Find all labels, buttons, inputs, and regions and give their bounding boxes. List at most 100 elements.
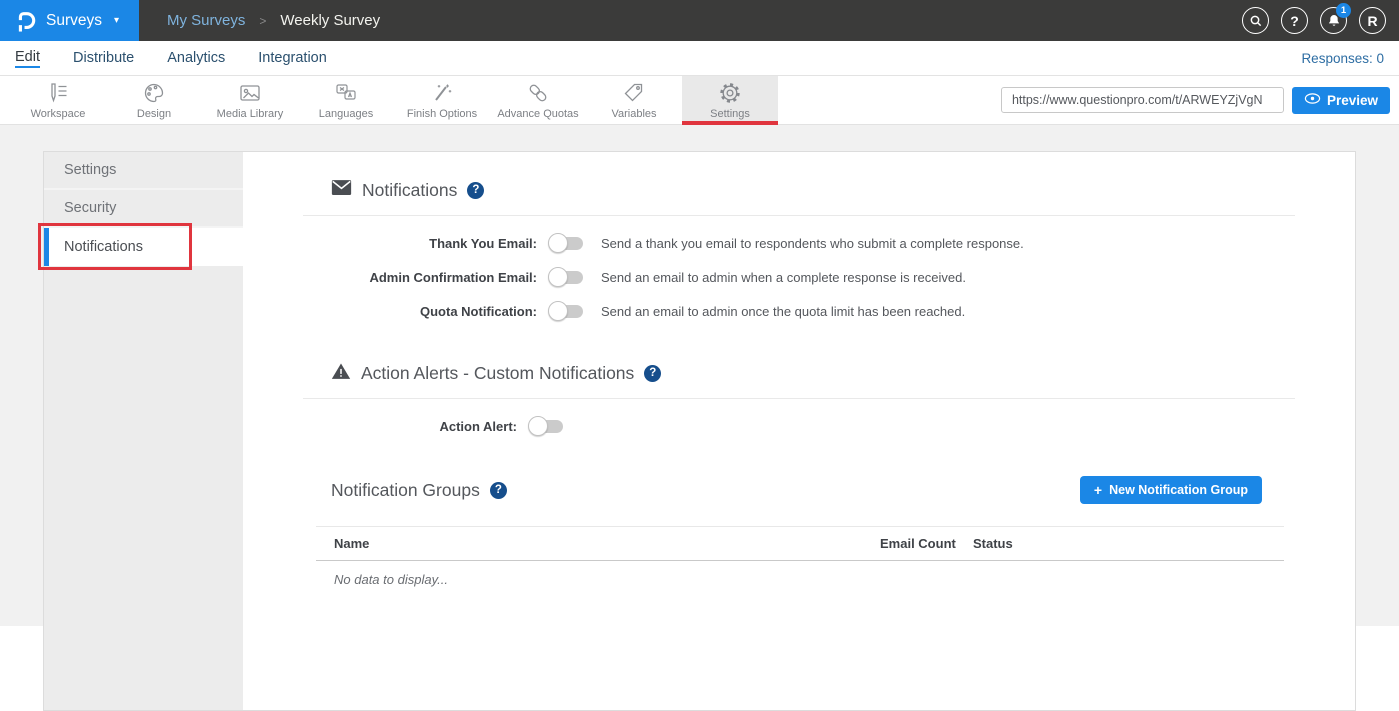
toggle-row-action-alert: Action Alert: <box>303 416 1295 436</box>
column-header-status: Status <box>973 536 1284 551</box>
quota-notification-toggle[interactable] <box>549 305 583 318</box>
toolbar-item-variables[interactable]: Variables <box>586 76 682 124</box>
section-title: Notifications <box>362 180 457 201</box>
notifications-settings-panel: Notifications ? Thank You Email: Send a … <box>243 152 1355 710</box>
image-icon <box>237 80 263 106</box>
survey-url-input[interactable] <box>1001 87 1284 113</box>
toolbar-item-label: Settings <box>710 108 750 120</box>
sidebar-item-label: Security <box>64 200 116 216</box>
eye-icon <box>1304 92 1321 108</box>
notification-groups-header: Notification Groups ? + New Notification… <box>303 476 1262 504</box>
breadcrumb-current: Weekly Survey <box>280 12 380 29</box>
help-badge-icon[interactable]: ? <box>644 365 661 382</box>
settings-card: Settings Security Notifications Not <box>43 151 1356 711</box>
header-icons: ? 1 R <box>1242 0 1399 41</box>
toggle-label: Action Alert: <box>303 419 529 434</box>
notification-badge: 1 <box>1336 3 1351 18</box>
tag-icon <box>621 80 647 106</box>
new-group-button-label: New Notification Group <box>1109 483 1248 497</box>
toolbar-item-label: Advance Quotas <box>497 108 578 120</box>
toolbar-item-workspace[interactable]: Workspace <box>10 76 106 124</box>
new-notification-group-button[interactable]: + New Notification Group <box>1080 476 1262 504</box>
toolbar-item-advance-quotas[interactable]: Advance Quotas <box>490 76 586 124</box>
preview-button[interactable]: Preview <box>1292 87 1390 114</box>
action-alert-toggles: Action Alert: <box>303 399 1295 436</box>
notifications-section-header: Notifications ? <box>303 176 1295 204</box>
table-header-row: Name Email Count Status <box>316 526 1284 561</box>
breadcrumb: My Surveys > Weekly Survey <box>139 0 1242 41</box>
search-icon[interactable] <box>1242 7 1269 34</box>
sidebar-item-label: Notifications <box>64 239 143 255</box>
top-header: Surveys ▾ My Surveys > Weekly Survey ? 1… <box>0 0 1399 41</box>
toggle-row-admin-confirmation-email: Admin Confirmation Email: Send an email … <box>303 267 1295 287</box>
toolbar-item-label: Workspace <box>31 108 86 120</box>
gear-icon <box>717 80 743 106</box>
magic-wand-icon <box>429 80 455 106</box>
action-alerts-section-header: Action Alerts - Custom Notifications ? <box>303 359 1295 387</box>
thank-you-email-toggle[interactable] <box>549 237 583 250</box>
tab-integration[interactable]: Integration <box>258 50 327 67</box>
help-glyph: ? <box>1290 13 1299 29</box>
breadcrumb-parent[interactable]: My Surveys <box>167 12 245 29</box>
section-title: Notification Groups <box>331 480 480 501</box>
toolbar-item-label: Variables <box>611 108 656 120</box>
edit-toolbar: Workspace Design Media Library <box>0 76 1399 125</box>
toggle-description: Send a thank you email to respondents wh… <box>601 236 1024 251</box>
toolbar-item-languages[interactable]: Languages <box>298 76 394 124</box>
tab-edit[interactable]: Edit <box>15 49 40 68</box>
toggle-label: Admin Confirmation Email: <box>303 270 549 285</box>
action-alert-toggle[interactable] <box>529 420 563 433</box>
product-menu[interactable]: Surveys ▾ <box>0 0 139 41</box>
toolbar-item-settings[interactable]: Settings <box>682 76 778 124</box>
help-badge-icon[interactable]: ? <box>490 482 507 499</box>
table-empty-message: No data to display... <box>316 561 1284 587</box>
toolbar-item-label: Media Library <box>217 108 284 120</box>
tab-analytics[interactable]: Analytics <box>167 50 225 67</box>
preview-button-label: Preview <box>1327 93 1378 108</box>
toggle-description: Send an email to admin when a complete r… <box>601 270 966 285</box>
toggle-row-thank-you-email: Thank You Email: Send a thank you email … <box>303 233 1295 253</box>
toggle-description: Send an email to admin once the quota li… <box>601 304 965 319</box>
column-header-email-count: Email Count <box>880 536 973 551</box>
page-background: Settings Security Notifications Not <box>0 125 1399 626</box>
notification-groups-table: Name Email Count Status No data to displ… <box>316 526 1284 587</box>
sidebar-item-label: Settings <box>64 162 116 178</box>
admin-confirmation-email-toggle[interactable] <box>549 271 583 284</box>
toggle-label: Thank You Email: <box>303 236 549 251</box>
toolbar-item-label: Finish Options <box>407 108 477 120</box>
toggle-row-quota-notification: Quota Notification: Send an email to adm… <box>303 301 1295 321</box>
questionpro-logo-icon <box>14 9 36 33</box>
plus-icon: + <box>1094 482 1102 498</box>
toolbar-item-label: Languages <box>319 108 373 120</box>
palette-icon <box>141 80 167 106</box>
sidebar-item-settings[interactable]: Settings <box>44 152 243 190</box>
translate-icon <box>333 80 359 106</box>
main-nav: Edit Distribute Analytics Integration Re… <box>0 41 1399 76</box>
tab-distribute[interactable]: Distribute <box>73 50 134 67</box>
workspace-icon <box>45 80 71 106</box>
toolbar-item-label: Design <box>137 108 171 120</box>
toolbar-right: Preview <box>1001 76 1399 124</box>
toolbar-item-media-library[interactable]: Media Library <box>202 76 298 124</box>
sidebar-item-notifications[interactable]: Notifications <box>44 228 243 266</box>
help-icon[interactable]: ? <box>1281 7 1308 34</box>
product-menu-label: Surveys <box>46 12 102 30</box>
avatar[interactable]: R <box>1359 7 1386 34</box>
settings-sidebar: Settings Security Notifications <box>44 152 243 710</box>
notification-toggles: Thank You Email: Send a thank you email … <box>303 216 1295 321</box>
help-badge-icon[interactable]: ? <box>467 182 484 199</box>
responses-count[interactable]: Responses: 0 <box>1301 51 1384 66</box>
envelope-icon <box>331 179 352 201</box>
section-title: Action Alerts - Custom Notifications <box>361 363 634 384</box>
toggle-label: Quota Notification: <box>303 304 549 319</box>
column-header-name: Name <box>316 536 880 551</box>
chain-link-icon <box>525 80 551 106</box>
breadcrumb-separator: > <box>259 14 266 28</box>
avatar-initial: R <box>1367 13 1377 29</box>
warning-triangle-icon <box>331 362 351 385</box>
notifications-bell-icon[interactable]: 1 <box>1320 7 1347 34</box>
toolbar-item-finish-options[interactable]: Finish Options <box>394 76 490 124</box>
chevron-down-icon: ▾ <box>114 15 119 26</box>
toolbar-item-design[interactable]: Design <box>106 76 202 124</box>
sidebar-item-security[interactable]: Security <box>44 190 243 228</box>
